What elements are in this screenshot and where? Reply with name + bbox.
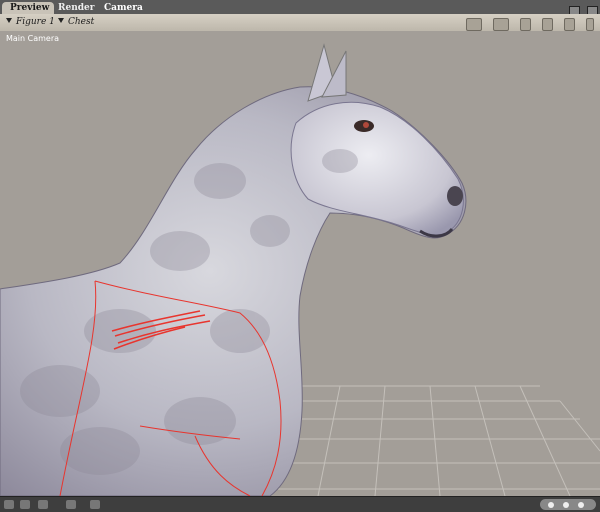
menu-arrow-icon[interactable]: [4, 500, 14, 509]
rotate-icon[interactable]: [563, 18, 575, 31]
horse-figure[interactable]: [0, 43, 467, 496]
scene: [0, 43, 600, 496]
window-controls: [567, 2, 598, 17]
lighting-icon[interactable]: [90, 500, 100, 509]
tab-bar: Preview Render Camera MoveXY: [0, 0, 600, 25]
tab-render[interactable]: Render: [50, 2, 100, 14]
toolbar-icons: [460, 16, 594, 31]
figure-menu-label: Figure 1: [16, 17, 55, 27]
tracking-mode-icon[interactable]: [66, 500, 76, 509]
document-toolbar: Figure 1 Chest: [0, 14, 600, 32]
chevron-down-icon: [58, 18, 64, 23]
body-part-menu[interactable]: Chest: [58, 16, 94, 29]
poser-document-window: Preview Render Camera MoveXY Figure 1 Ch…: [0, 0, 600, 512]
render-preview-icon[interactable]: [465, 18, 482, 31]
figure-menu[interactable]: Figure 1: [6, 16, 55, 29]
chevron-down-icon: [6, 18, 12, 23]
figure-style-icon[interactable]: [38, 500, 48, 509]
display-style-icon[interactable]: [20, 500, 30, 509]
camera-name-label: Main Camera: [6, 34, 60, 43]
body-part-menu-label: Chest: [68, 17, 95, 27]
tab-camera-move-xy[interactable]: Camera MoveXY: [96, 2, 184, 25]
view-dot-icon[interactable]: [578, 502, 584, 508]
viewport-status-bar: [0, 496, 600, 512]
camera-icon[interactable]: [519, 18, 531, 31]
tab-preview[interactable]: Preview: [2, 2, 54, 14]
view-selector[interactable]: [540, 499, 596, 510]
move-icon[interactable]: [541, 18, 553, 31]
expand-arrow-icon[interactable]: [586, 18, 594, 31]
ground-grid: [272, 385, 600, 496]
render-settings-icon[interactable]: [492, 18, 509, 31]
view-dot-icon[interactable]: [563, 502, 569, 508]
3d-viewport[interactable]: Main Camera: [0, 31, 600, 496]
view-dot-icon[interactable]: [548, 502, 554, 508]
